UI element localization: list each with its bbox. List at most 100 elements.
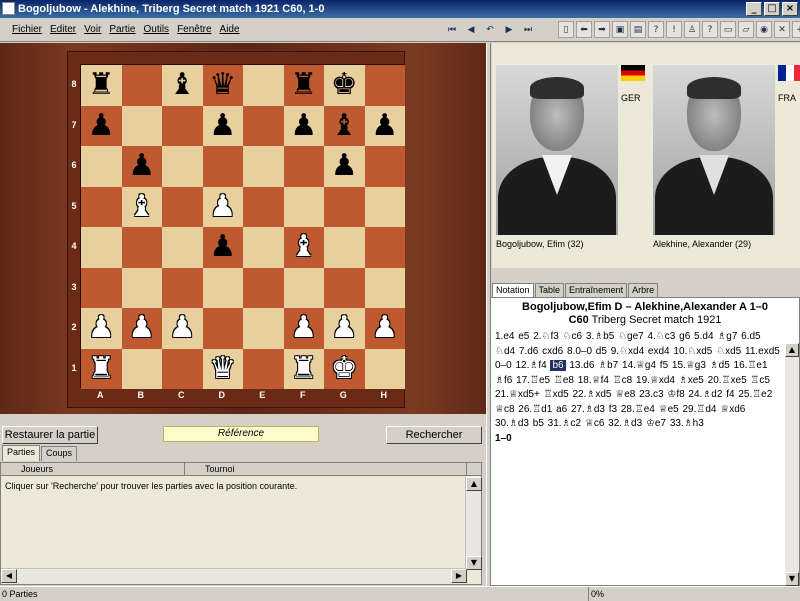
black-pawn-icon[interactable]: ♟	[371, 110, 398, 141]
first-move-icon[interactable]: ⏮	[444, 22, 460, 39]
square-a2[interactable]: ♟	[81, 308, 122, 349]
square-c5[interactable]	[162, 186, 203, 227]
black-rook-icon[interactable]: ♜	[88, 70, 115, 100]
square-d5[interactable]: ♟	[202, 186, 243, 227]
save-icon[interactable]: ▣	[612, 21, 628, 38]
menu-fenetre[interactable]: Fenêtre	[177, 24, 211, 35]
coach-icon[interactable]: ♙	[684, 21, 700, 38]
square-c4[interactable]	[162, 227, 203, 268]
square-e2[interactable]	[243, 308, 284, 349]
square-d3[interactable]	[202, 267, 243, 308]
notation-scroll-up-icon[interactable]: ▲	[785, 343, 799, 357]
maximize-button[interactable]: □	[764, 2, 780, 16]
square-b1[interactable]	[121, 348, 162, 389]
black-pawn-icon[interactable]: ♟	[128, 151, 155, 181]
square-f6[interactable]	[283, 146, 324, 187]
square-e7[interactable]	[243, 105, 284, 146]
square-b8[interactable]	[121, 65, 162, 106]
square-a8[interactable]: ♜	[81, 65, 122, 106]
black-pawn-icon[interactable]: ♟	[209, 110, 236, 141]
square-g7[interactable]: ♝	[324, 105, 365, 146]
square-d6[interactable]	[202, 146, 243, 187]
menu-outils[interactable]: Outils	[144, 24, 170, 35]
black-pawn-icon[interactable]: ♟	[290, 110, 317, 141]
move-list[interactable]: 1.e4 e5 2.♘f3 ♘c6 3.♗b5 ♘ge7 4.♘c3 g6 5.…	[491, 326, 799, 446]
square-c1[interactable]	[162, 348, 203, 389]
square-f2[interactable]: ♟	[283, 308, 324, 349]
square-c3[interactable]	[162, 267, 203, 308]
square-c7[interactable]	[162, 105, 203, 146]
add-icon[interactable]: +	[792, 21, 800, 38]
scroll-down-icon[interactable]: ▼	[466, 556, 482, 570]
white-bishop-icon[interactable]: ♝	[128, 191, 155, 222]
games-vertical-scrollbar[interactable]: ▲ ▼	[465, 477, 482, 570]
black-king-icon[interactable]: ♚	[331, 70, 358, 100]
column-tournoi[interactable]: Tournoi	[185, 463, 467, 475]
scroll-right-icon[interactable]: ▶	[451, 569, 467, 583]
black-queen-icon[interactable]: ♛	[209, 70, 236, 100]
square-b2[interactable]: ♟	[121, 308, 162, 349]
reference-field[interactable]: Référence	[163, 426, 319, 442]
square-d2[interactable]	[202, 308, 243, 349]
square-h7[interactable]: ♟	[364, 105, 405, 146]
white-pawn-icon[interactable]: ♟	[169, 313, 196, 343]
white-king-icon[interactable]: ♚	[331, 353, 358, 384]
square-c6[interactable]	[162, 146, 203, 187]
square-a5[interactable]	[81, 186, 122, 227]
hint-icon[interactable]: !	[666, 21, 682, 38]
square-g3[interactable]	[324, 267, 365, 308]
white-queen-icon[interactable]: ♛	[209, 353, 236, 384]
white-pawn-icon[interactable]: ♟	[371, 313, 398, 343]
tab-parties[interactable]: Parties	[2, 445, 41, 461]
square-a3[interactable]	[81, 267, 122, 308]
last-move-icon[interactable]: ⏭	[520, 22, 536, 39]
square-d7[interactable]: ♟	[202, 105, 243, 146]
clear-icon[interactable]: ▱	[738, 21, 754, 38]
tab-arbre[interactable]: Arbre	[628, 283, 659, 297]
square-h2[interactable]: ♟	[364, 308, 405, 349]
new-document-icon[interactable]: ▯	[558, 21, 574, 38]
square-e1[interactable]	[243, 348, 284, 389]
close-button[interactable]: ×	[782, 2, 798, 16]
square-c8[interactable]: ♝	[162, 65, 203, 106]
square-a7[interactable]: ♟	[81, 105, 122, 146]
square-d1[interactable]: ♛	[202, 348, 243, 389]
square-a6[interactable]	[81, 146, 122, 187]
search-button[interactable]: Rechercher	[386, 426, 482, 444]
square-b5[interactable]: ♝	[121, 186, 162, 227]
square-e5[interactable]	[243, 186, 284, 227]
white-pawn-icon[interactable]: ♟	[88, 313, 115, 343]
square-f5[interactable]	[283, 186, 324, 227]
previous-move-icon[interactable]: ◀	[463, 22, 479, 39]
save-all-icon[interactable]: ▤	[630, 21, 646, 38]
square-b3[interactable]	[121, 267, 162, 308]
square-g1[interactable]: ♚	[324, 348, 365, 389]
notation-scroll-down-icon[interactable]: ▼	[785, 572, 799, 586]
menu-editer[interactable]: Editer	[50, 24, 76, 35]
white-rook-icon[interactable]: ♜	[290, 353, 317, 384]
square-e4[interactable]	[243, 227, 284, 268]
help-icon[interactable]: ?	[648, 21, 664, 38]
square-h3[interactable]	[364, 267, 405, 308]
square-f3[interactable]	[283, 267, 324, 308]
square-g5[interactable]	[324, 186, 365, 227]
square-d8[interactable]: ♛	[202, 65, 243, 106]
menu-voir[interactable]: Voir	[84, 24, 101, 35]
square-b7[interactable]	[121, 105, 162, 146]
white-pawn-icon[interactable]: ♟	[209, 191, 236, 222]
arrow-right-icon[interactable]: ➡	[594, 21, 610, 38]
square-f4[interactable]: ♝	[283, 227, 324, 268]
tab-table[interactable]: Table	[534, 283, 565, 297]
current-move[interactable]: b6	[550, 360, 566, 371]
square-a1[interactable]: ♜	[81, 348, 122, 389]
square-f8[interactable]: ♜	[283, 65, 324, 106]
menu-aide[interactable]: Aide	[220, 24, 240, 35]
black-pawn-icon[interactable]: ♟	[88, 110, 115, 141]
takeback-icon[interactable]: ↶	[482, 22, 498, 39]
square-g2[interactable]: ♟	[324, 308, 365, 349]
square-g8[interactable]: ♚	[324, 65, 365, 106]
tab-coups[interactable]: Coups	[41, 446, 78, 461]
square-g4[interactable]	[324, 227, 365, 268]
camera-icon[interactable]: ◉	[756, 21, 772, 38]
tab-notation[interactable]: Notation	[492, 283, 534, 298]
